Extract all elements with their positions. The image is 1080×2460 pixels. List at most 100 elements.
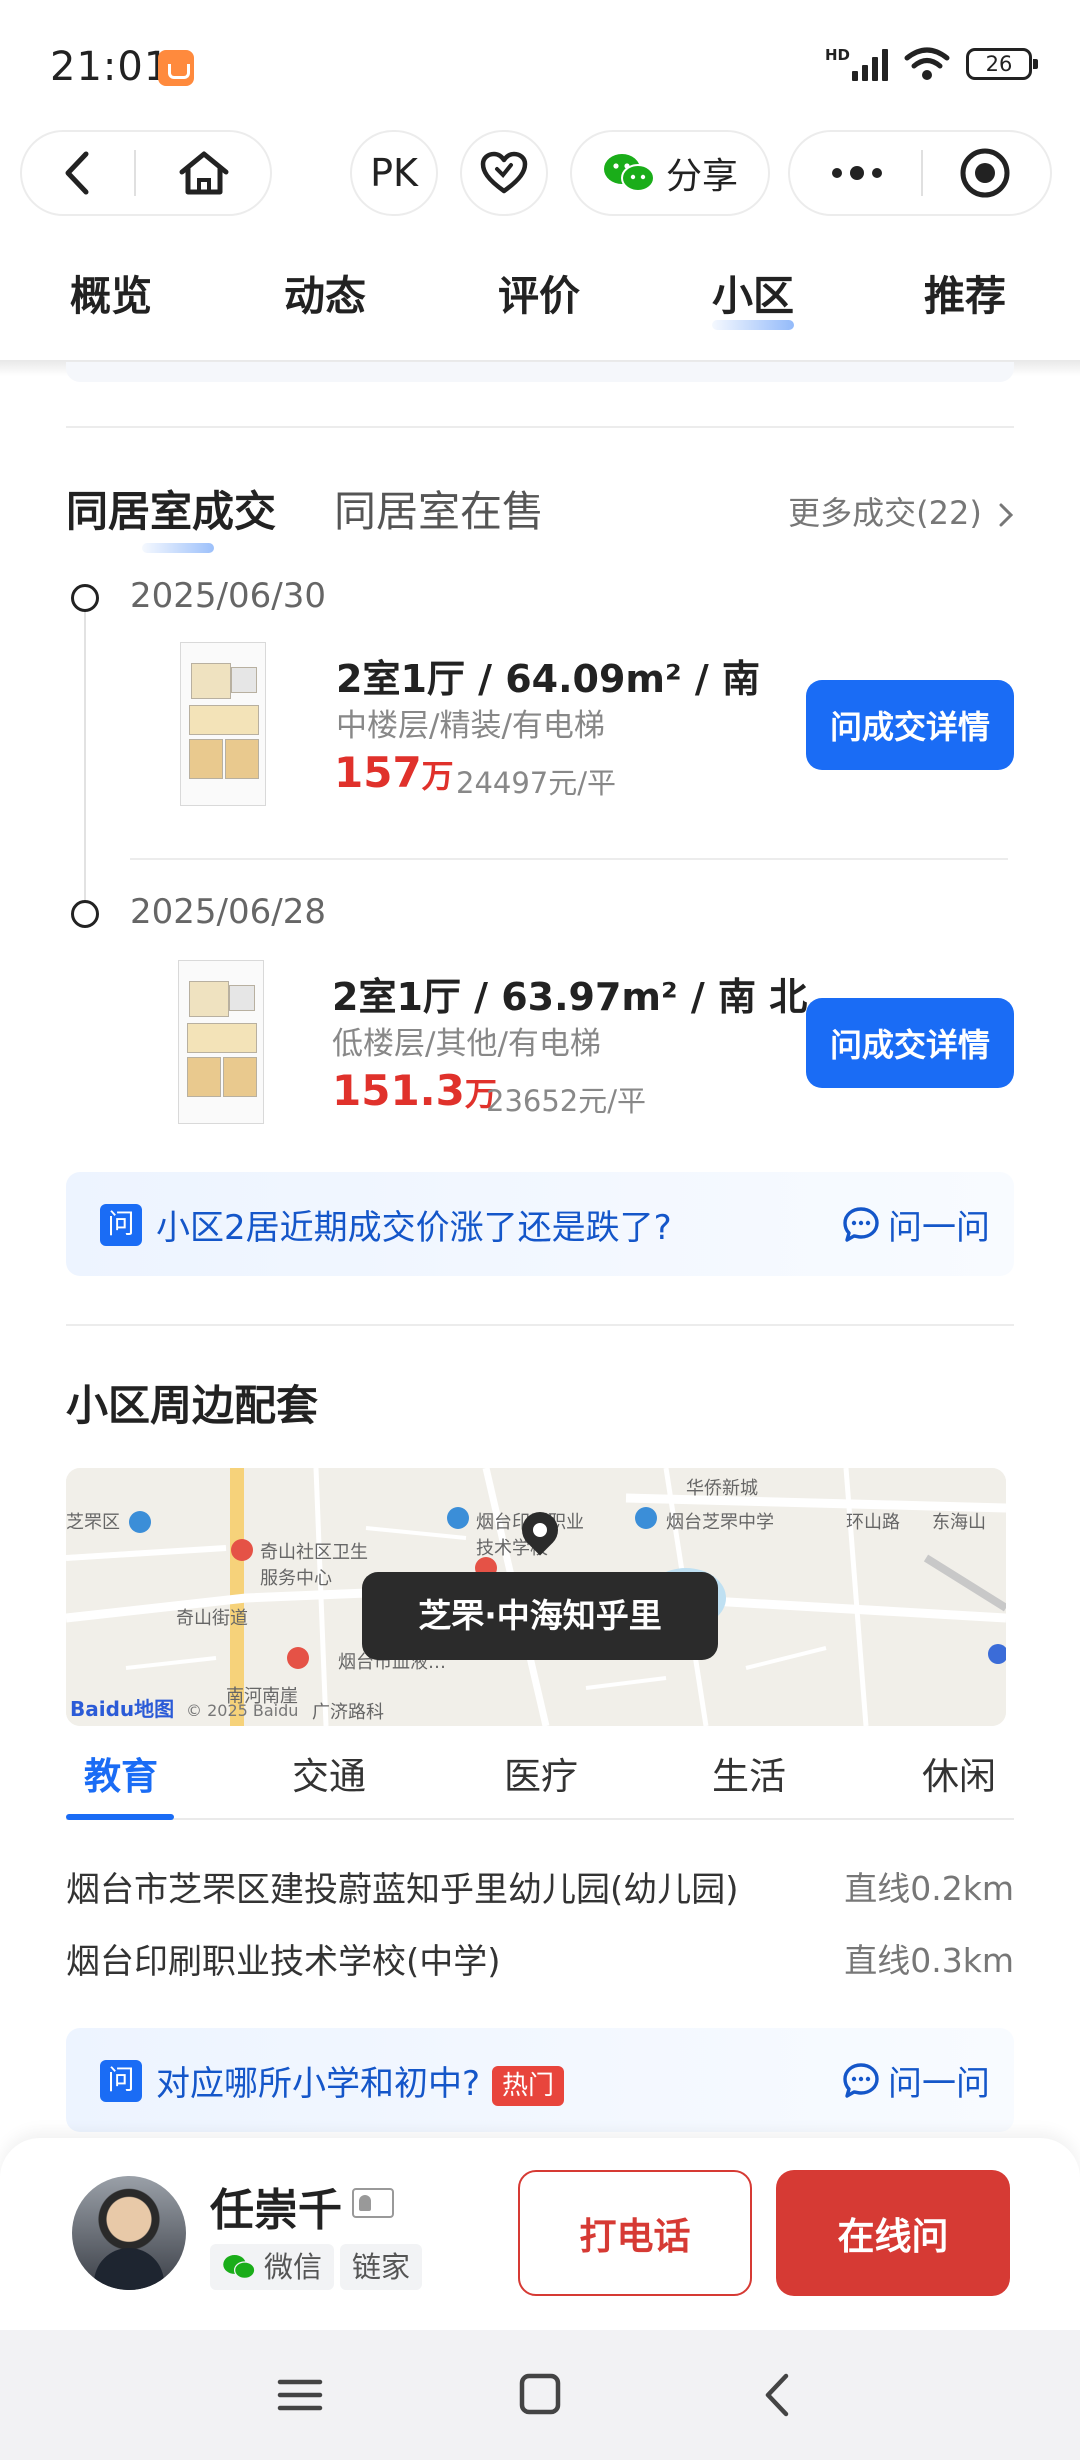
ask-tag: 问 [100,1204,142,1246]
agent-contact-bar: 任崇千 微信 链家 打电话 在线问 [0,2138,1080,2330]
map-logo: Baidu地图 [70,1697,175,1721]
wifi-icon [904,47,950,80]
ask-action-label: 问一问 [888,2064,990,2104]
price-value: 157 [334,748,422,797]
call-button[interactable]: 打电话 [518,2170,752,2296]
ask-deal-detail-button[interactable]: 问成交详情 [806,680,1014,770]
status-time: 21:01 [50,44,171,90]
share-button[interactable]: 分享 [570,130,770,216]
map-place: 广济路科 [312,1702,384,1723]
poi-row[interactable]: 烟台市芝罘区建投蔚蓝知乎里幼儿园(幼儿园) 直线0.2km [66,1862,1014,1912]
divider [921,150,923,196]
signal-icon [852,47,888,81]
poi-distance: 直线0.3km [844,1941,1014,1980]
more-deals-label: 更多成交(22) [788,494,982,532]
tab-living[interactable]: 生活 [712,1746,786,1800]
menu-icon[interactable] [270,2370,330,2420]
favorite-button[interactable] [460,130,548,216]
hd-label: HD [824,46,850,64]
more-deals-link[interactable]: 更多成交(22) [788,488,1014,534]
agent-avatar[interactable] [72,2176,186,2290]
listing-title: 2室1厅 / 64.09m² / 南 [336,657,760,701]
tab-overview[interactable]: 概览 [70,262,152,322]
tab-medical[interactable]: 医疗 [504,1746,578,1800]
map-place: 东海山 [932,1512,986,1533]
poi-name: 烟台印刷职业技术学校(中学) [66,1942,501,1982]
tab-recommend[interactable]: 推荐 [924,262,1006,322]
map-community-label: 芝罘·中海知乎里 [362,1572,718,1660]
wechat-tag[interactable]: 微信 [210,2244,335,2290]
ask-price-trend-bar[interactable]: 问 小区2居近期成交价涨了还是跌了? 问一问 [66,1172,1014,1276]
deal-date: 2025/06/28 [130,892,326,932]
active-tab-indicator [66,1814,174,1820]
ask-school-bar[interactable]: 问 对应哪所小学和初中? 热门 问一问 [66,2028,1014,2132]
tab-same-layout-onsale[interactable]: 同居室在售 [334,478,544,539]
timeline-line [84,610,86,914]
timeline-dot [71,584,99,612]
heart-icon [480,151,528,194]
deal-price: 151.3万 [332,1066,497,1115]
unit-price: 24497元/平 [456,766,617,800]
divider [66,1324,1014,1326]
facility-category-tabs: 教育 交通 医疗 生活 休闲 [0,1746,1080,1822]
surroundings-title: 小区周边配套 [66,1381,319,1430]
back-icon[interactable] [62,150,92,196]
unit-price: 23652元/平 [486,1084,647,1118]
surroundings-map[interactable]: 华侨新城 烟台印刷职业技术学校 烟台芝罘中学 奇山社区卫生服务中心 奇山街道 环… [66,1468,1006,1726]
tab-leisure[interactable]: 休闲 [922,1746,996,1800]
share-label: 分享 [665,156,738,197]
company-tag: 链家 [340,2244,423,2290]
online-chat-button[interactable]: 在线问 [776,2170,1010,2296]
deal-date: 2025/06/30 [130,576,326,616]
status-bar: 21:01 HD 26 [0,0,1080,130]
listing-title: 2室1厅 / 63.97m² / 南 北 [332,975,808,1019]
ask-question: 小区2居近期成交价涨了还是跌了? [156,1208,672,1248]
ask-action[interactable]: 问一问 [842,2056,990,2105]
back-nav-icon[interactable] [748,2370,808,2420]
poi-name: 烟台市芝罘区建投蔚蓝知乎里幼儿园(幼儿园) [66,1870,739,1910]
wechat-tag-label: 微信 [264,2250,323,2284]
ask-tag: 问 [100,2060,142,2102]
pk-button[interactable]: PK [350,130,438,216]
tab-same-layout-sold[interactable]: 同居室成交 [66,478,276,553]
divider [130,858,1008,860]
deal-price: 157万 [334,748,454,797]
chevron-right-icon [999,503,1014,527]
agent-name: 任崇千 [210,2185,342,2236]
home-icon[interactable] [178,150,230,196]
close-target-icon[interactable] [959,147,1011,199]
floorplan-thumbnail[interactable] [178,960,264,1124]
tab-community[interactable]: 小区 [712,262,794,330]
listing-attributes: 低楼层/其他/有电梯 [332,1026,601,1062]
home-square-icon[interactable] [510,2370,570,2420]
tab-education[interactable]: 教育 [84,1746,158,1800]
price-value: 151.3 [332,1066,465,1115]
divider [66,426,1014,428]
poi-row[interactable]: 烟台印刷职业技术学校(中学) 直线0.3km [66,1934,1014,1984]
app-notification-icon [158,50,194,86]
tab-reviews[interactable]: 评价 [498,262,580,322]
divider [134,150,136,196]
more-dots-icon[interactable] [829,165,885,181]
ask-action[interactable]: 问一问 [842,1200,990,1249]
ask-question-text: 对应哪所小学和初中? [156,2064,481,2104]
wechat-icon [223,2255,256,2279]
map-place: 华侨新城 [686,1478,758,1499]
map-place: 环山路 [846,1512,900,1533]
map-place: 烟台芝罘中学 [666,1512,774,1533]
chat-bubble-icon [843,1206,879,1242]
ask-deal-detail-button[interactable]: 问成交详情 [806,998,1014,1088]
ask-question: 对应哪所小学和初中? 热门 [156,2056,565,2106]
floorplan-thumbnail[interactable] [180,642,266,806]
id-card-icon[interactable] [352,2188,394,2218]
timeline-dot [71,900,99,928]
map-copyright: © 2025 Baidu [186,1701,299,1720]
tab-news[interactable]: 动态 [284,262,366,322]
status-icons: HD 26 [824,46,1038,82]
chat-bubble-icon [843,2062,879,2098]
tab-transport[interactable]: 交通 [292,1746,366,1800]
price-unit: 万 [421,757,454,795]
map-place: 奇山社区卫生服务中心 [260,1542,368,1589]
ask-action-label: 问一问 [888,1208,990,1248]
nav-capsule [20,130,272,216]
